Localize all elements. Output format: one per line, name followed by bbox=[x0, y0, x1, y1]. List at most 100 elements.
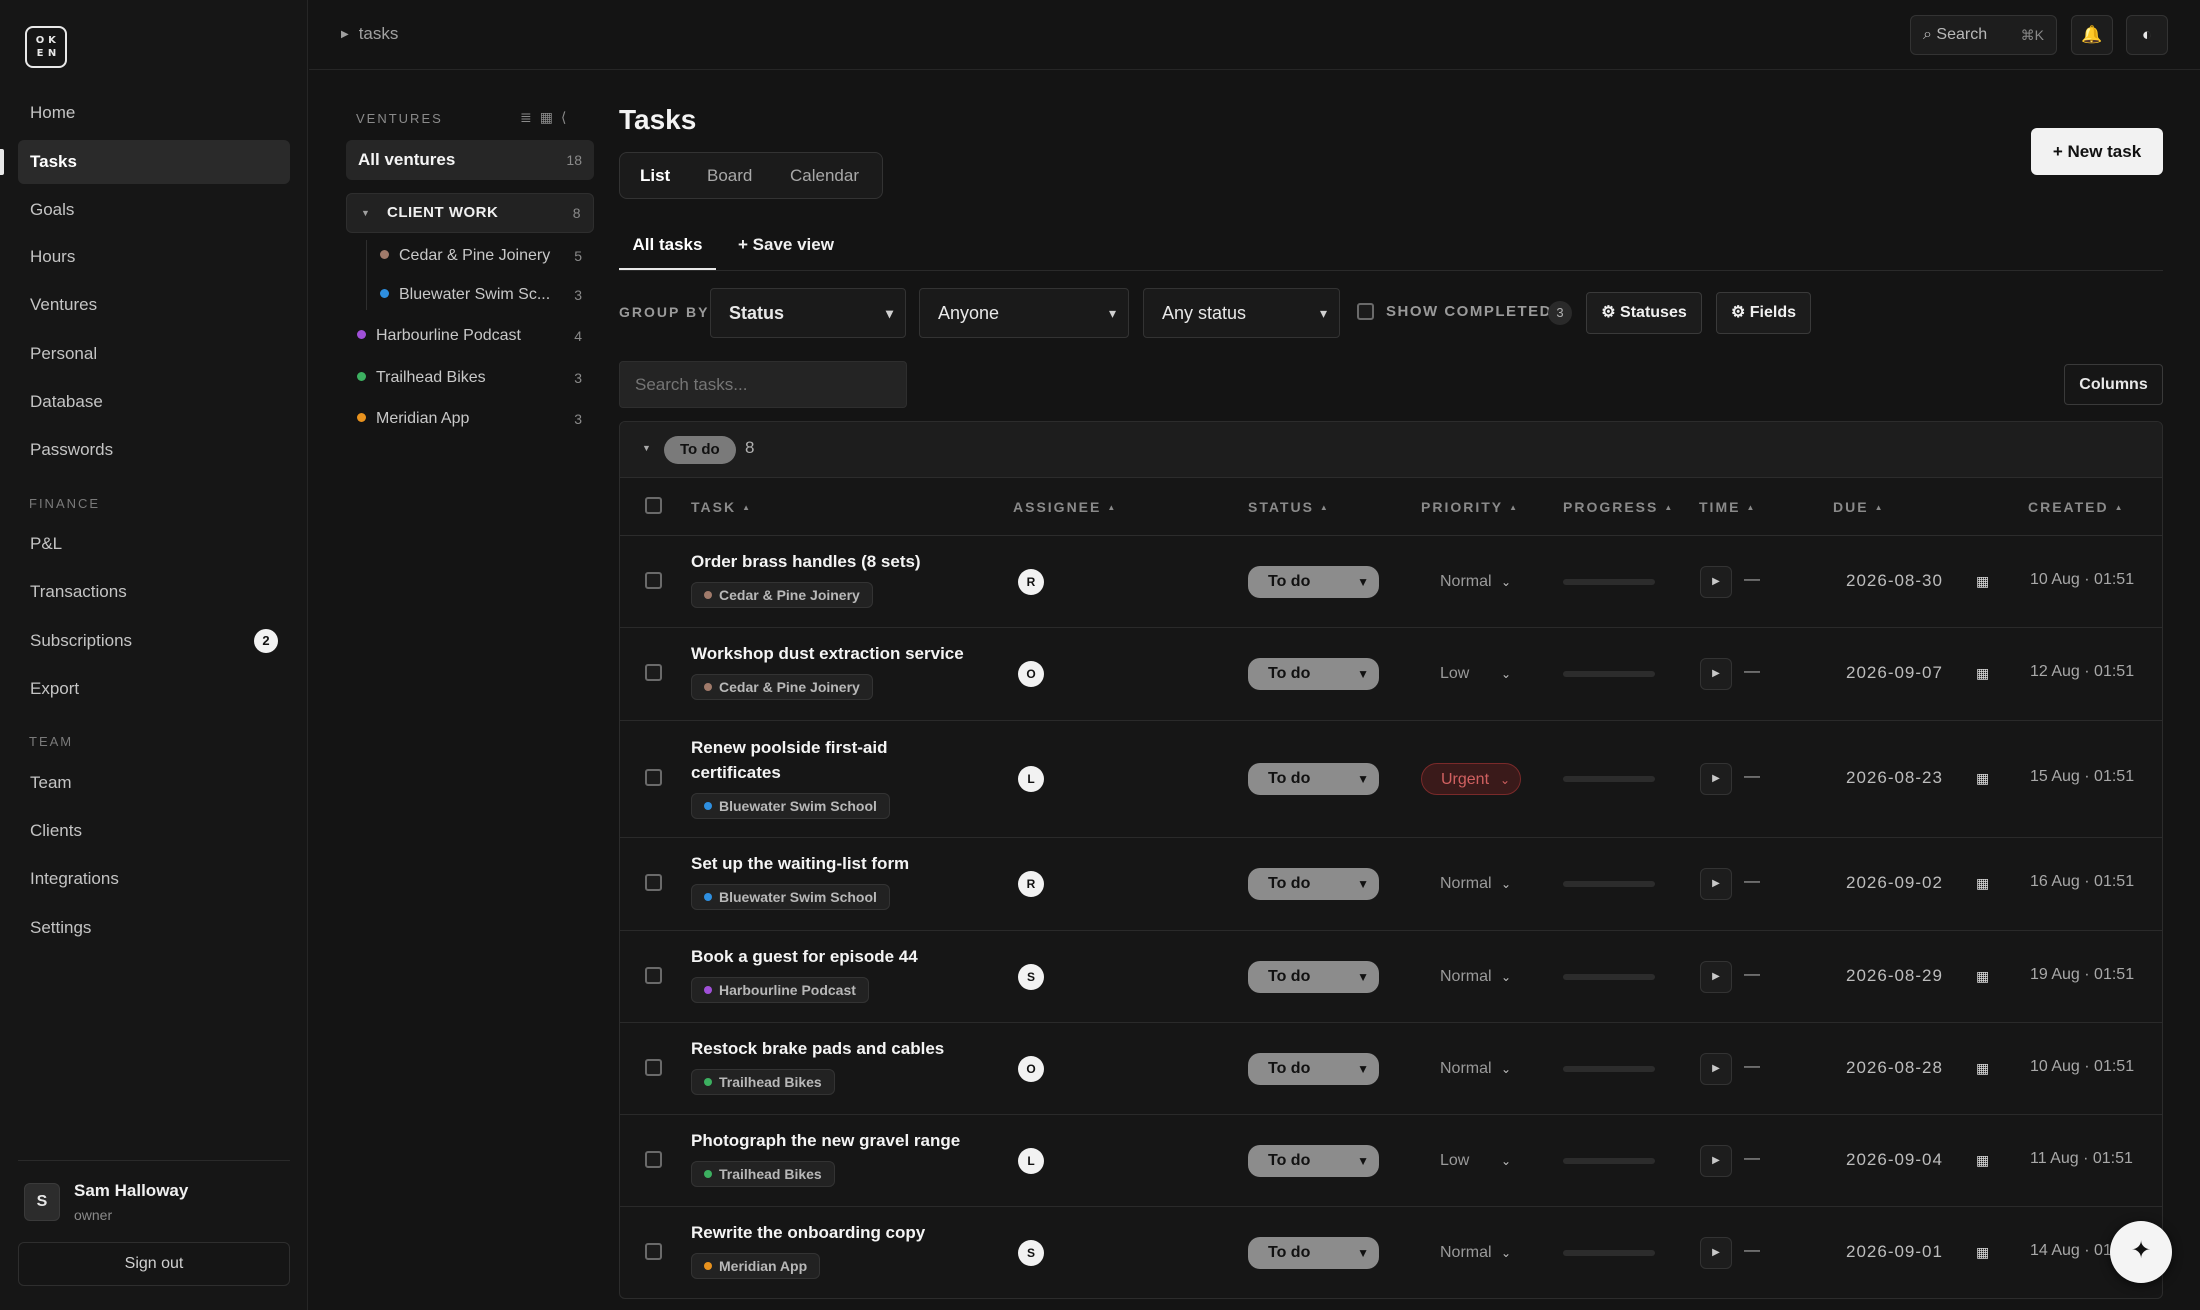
global-search-button[interactable]: ⌕ Search ⌘K bbox=[1910, 15, 2057, 55]
table-row[interactable]: Photograph the new gravel range Trailhea… bbox=[620, 1115, 2162, 1207]
column-header-progress[interactable]: PROGRESS ▲ bbox=[1563, 499, 1674, 515]
table-row[interactable]: Set up the waiting-list form Bluewater S… bbox=[620, 838, 2162, 931]
row-checkbox[interactable] bbox=[645, 1059, 662, 1076]
status-select[interactable]: To do ▼ bbox=[1248, 763, 1379, 795]
nav-item-settings[interactable]: Settings bbox=[18, 906, 290, 950]
venture-item[interactable]: Harbourline Podcast 4 bbox=[357, 321, 582, 351]
calendar-icon[interactable]: ▦ bbox=[1976, 1244, 1989, 1261]
calendar-icon[interactable]: ▦ bbox=[1976, 875, 1989, 892]
group-by-select[interactable]: Status ▾ bbox=[710, 288, 906, 338]
tab-board[interactable]: Board bbox=[707, 153, 752, 198]
breadcrumb[interactable]: ▶ tasks bbox=[341, 24, 398, 44]
nav-item-home[interactable]: Home bbox=[18, 91, 290, 135]
sign-out-button[interactable]: Sign out bbox=[18, 1242, 290, 1286]
start-timer-button[interactable]: ▶ bbox=[1700, 868, 1732, 900]
status-filter-select[interactable]: Any status ▾ bbox=[1143, 288, 1340, 338]
table-row[interactable]: Restock brake pads and cables Trailhead … bbox=[620, 1023, 2162, 1115]
row-checkbox[interactable] bbox=[645, 967, 662, 984]
assignee-avatar[interactable]: O bbox=[1018, 1056, 1044, 1082]
venture-item[interactable]: Cedar & Pine Joinery 5 bbox=[380, 241, 582, 271]
row-checkbox[interactable] bbox=[645, 1243, 662, 1260]
column-header-assignee[interactable]: ASSIGNEE ▲ bbox=[1013, 499, 1117, 515]
assignee-avatar[interactable]: S bbox=[1018, 1240, 1044, 1266]
column-header-priority[interactable]: PRIORITY ▲ bbox=[1421, 499, 1519, 515]
table-row[interactable]: Rewrite the onboarding copy Meridian App… bbox=[620, 1207, 2162, 1298]
due-date[interactable]: 2026-08-30 bbox=[1846, 571, 1943, 591]
task-title[interactable]: Workshop dust extraction service bbox=[691, 641, 971, 666]
task-title[interactable]: Order brass handles (8 sets) bbox=[691, 549, 971, 574]
assignee-avatar[interactable]: R bbox=[1018, 569, 1044, 595]
nav-item-tasks[interactable]: Tasks bbox=[18, 140, 290, 184]
tab-calendar[interactable]: Calendar bbox=[790, 153, 859, 198]
avatar[interactable]: S bbox=[24, 1183, 60, 1221]
row-checkbox[interactable] bbox=[645, 1151, 662, 1168]
due-date[interactable]: 2026-09-02 bbox=[1846, 873, 1943, 893]
nav-item-subscriptions[interactable]: Subscriptions 2 bbox=[18, 619, 290, 663]
task-title[interactable]: Restock brake pads and cables bbox=[691, 1036, 971, 1061]
save-view-button[interactable]: + Save view bbox=[738, 230, 834, 260]
due-date[interactable]: 2026-08-29 bbox=[1846, 966, 1943, 986]
assignee-avatar[interactable]: S bbox=[1018, 964, 1044, 990]
columns-button[interactable]: Columns bbox=[2064, 364, 2163, 405]
fields-button[interactable]: ⚙ Fields bbox=[1716, 292, 1811, 334]
start-timer-button[interactable]: ▶ bbox=[1700, 1237, 1732, 1269]
due-date[interactable]: 2026-08-23 bbox=[1846, 768, 1943, 788]
calendar-icon[interactable]: ▦ bbox=[1976, 573, 1989, 590]
due-date[interactable]: 2026-09-04 bbox=[1846, 1150, 1943, 1170]
nav-item-transactions[interactable]: Transactions bbox=[18, 570, 290, 614]
row-checkbox[interactable] bbox=[645, 664, 662, 681]
nav-item-hours[interactable]: Hours bbox=[18, 235, 290, 279]
due-date[interactable]: 2026-09-07 bbox=[1846, 663, 1943, 683]
due-date[interactable]: 2026-09-01 bbox=[1846, 1242, 1943, 1262]
priority-select[interactable]: Normal ⌄ bbox=[1421, 566, 1521, 598]
status-select[interactable]: To do ▼ bbox=[1248, 1053, 1379, 1085]
status-select[interactable]: To do ▼ bbox=[1248, 566, 1379, 598]
calendar-icon[interactable]: ▦ bbox=[1976, 665, 1989, 682]
status-select[interactable]: To do ▼ bbox=[1248, 961, 1379, 993]
all-ventures-item[interactable]: All ventures 18 bbox=[346, 140, 594, 180]
priority-select[interactable]: Normal ⌄ bbox=[1421, 868, 1521, 900]
row-checkbox[interactable] bbox=[645, 874, 662, 891]
priority-select[interactable]: Urgent ⌄ bbox=[1421, 763, 1521, 795]
status-select[interactable]: To do ▼ bbox=[1248, 658, 1379, 690]
nav-item-database[interactable]: Database bbox=[18, 380, 290, 424]
venture-item[interactable]: Meridian App 3 bbox=[357, 404, 582, 434]
task-title[interactable]: Renew poolside first-aid certificates bbox=[691, 735, 921, 785]
calendar-icon[interactable]: ▦ bbox=[1976, 770, 1989, 787]
priority-select[interactable]: Normal ⌄ bbox=[1421, 961, 1521, 993]
column-header-time[interactable]: TIME ▲ bbox=[1699, 499, 1756, 515]
new-task-button[interactable]: + New task bbox=[2031, 128, 2163, 175]
notifications-button[interactable]: 🔔 bbox=[2071, 15, 2113, 55]
nav-item-personal[interactable]: Personal bbox=[18, 332, 290, 376]
grid-view-icon[interactable]: ▦ bbox=[540, 109, 561, 125]
column-header-status[interactable]: STATUS ▲ bbox=[1248, 499, 1330, 515]
nav-item-ventures[interactable]: Ventures bbox=[18, 283, 290, 327]
task-title[interactable]: Book a guest for episode 44 bbox=[691, 944, 971, 969]
task-title[interactable]: Set up the waiting-list form bbox=[691, 851, 971, 876]
calendar-icon[interactable]: ▦ bbox=[1976, 1152, 1989, 1169]
status-group-header[interactable]: ▼ To do 8 bbox=[620, 422, 2162, 478]
start-timer-button[interactable]: ▶ bbox=[1700, 961, 1732, 993]
priority-select[interactable]: Normal ⌄ bbox=[1421, 1237, 1521, 1269]
nav-item-passwords[interactable]: Passwords bbox=[18, 428, 290, 472]
venture-item[interactable]: Trailhead Bikes 3 bbox=[357, 363, 582, 393]
venture-item[interactable]: Bluewater Swim Sc... 3 bbox=[380, 280, 582, 310]
assignee-avatar[interactable]: O bbox=[1018, 661, 1044, 687]
table-row[interactable]: Book a guest for episode 44 Harbourline … bbox=[620, 931, 2162, 1023]
assignee-avatar[interactable]: L bbox=[1018, 1148, 1044, 1174]
assignee-avatar[interactable]: R bbox=[1018, 871, 1044, 897]
app-logo[interactable]: O K E N bbox=[25, 26, 67, 68]
status-select[interactable]: To do ▼ bbox=[1248, 1145, 1379, 1177]
select-all-checkbox[interactable] bbox=[645, 497, 662, 514]
start-timer-button[interactable]: ▶ bbox=[1700, 658, 1732, 690]
assistant-fab-button[interactable]: ✦ bbox=[2110, 1221, 2172, 1283]
show-completed-checkbox[interactable] bbox=[1357, 303, 1374, 320]
status-select[interactable]: To do ▼ bbox=[1248, 1237, 1379, 1269]
row-checkbox[interactable] bbox=[645, 572, 662, 589]
priority-select[interactable]: Low ⌄ bbox=[1421, 1145, 1521, 1177]
table-row[interactable]: Renew poolside first-aid certificates Bl… bbox=[620, 721, 2162, 838]
tab-list[interactable]: List bbox=[640, 153, 670, 198]
collapse-icon[interactable]: ⟨ bbox=[561, 109, 574, 125]
priority-select[interactable]: Low ⌄ bbox=[1421, 658, 1521, 690]
nav-item-team[interactable]: Team bbox=[18, 761, 290, 805]
